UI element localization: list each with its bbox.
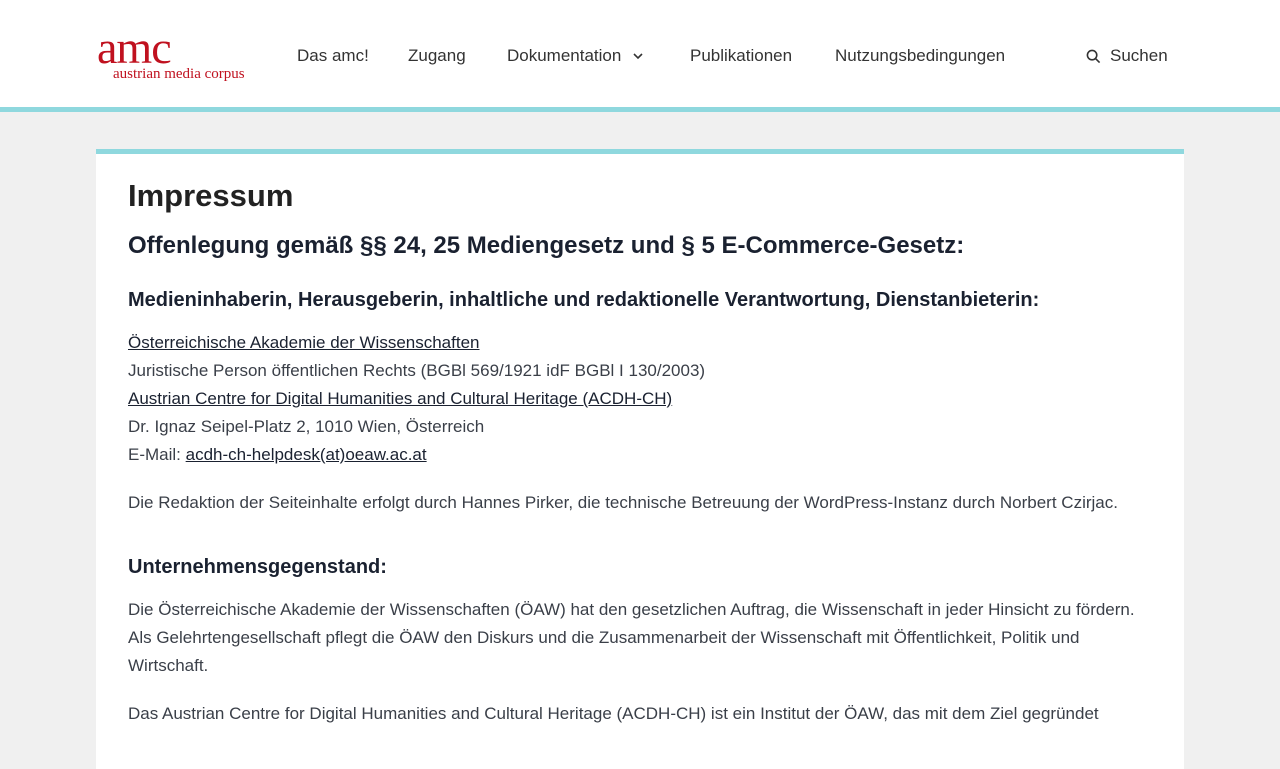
nav-dokumentation[interactable]: Dokumentation xyxy=(507,45,645,67)
chevron-down-icon[interactable] xyxy=(631,49,645,63)
acdh-paragraph: Das Austrian Centre for Digital Humaniti… xyxy=(128,704,1099,723)
editorial-note: Die Redaktion der Seiteinhalte erfolgt d… xyxy=(128,493,1118,512)
nav-zugang[interactable]: Zugang xyxy=(408,45,466,67)
purpose-paragraph: Die Österreichische Akademie der Wissens… xyxy=(128,600,1135,675)
address-text: Dr. Ignaz Seipel-Platz 2, 1010 Wien, Öst… xyxy=(128,417,485,436)
nav-dokumentation-label: Dokumentation xyxy=(507,46,622,65)
search-button[interactable]: Suchen xyxy=(1086,45,1168,67)
nav-das-amc[interactable]: Das amc! xyxy=(297,45,369,67)
legal-person-text: Juristische Person öffentlichen Rechts (… xyxy=(128,361,706,380)
search-label: Suchen xyxy=(1110,46,1168,65)
site-header: amc austrian media corpus Das amc! Zugan… xyxy=(0,0,1280,112)
amc-logo[interactable]: amc austrian media corpus xyxy=(97,22,249,82)
nav-nutzungsbedingungen[interactable]: Nutzungsbedingungen xyxy=(835,45,1005,67)
disclosure-heading: Offenlegung gemäß §§ 24, 25 Mediengesetz… xyxy=(128,232,965,259)
page-title: Impressum xyxy=(128,178,294,213)
purpose-heading: Unternehmensgegenstand: xyxy=(128,556,387,578)
logo-main-text: amc xyxy=(97,22,172,73)
logo-sub-text: austrian media corpus xyxy=(113,66,245,82)
acdh-link[interactable]: Austrian Centre for Digital Humanities a… xyxy=(128,389,672,408)
academy-link[interactable]: Österreichische Akademie der Wissenschaf… xyxy=(128,333,480,352)
email-label: E-Mail: xyxy=(128,445,181,464)
email-link[interactable]: acdh-ch-helpdesk(at)oeaw.ac.at xyxy=(186,445,427,464)
nav-publikationen[interactable]: Publikationen xyxy=(690,45,792,67)
owner-heading: Medieninhaberin, Herausgeberin, inhaltli… xyxy=(128,289,1040,311)
search-icon xyxy=(1086,49,1101,63)
main-content: Impressum Offenlegung gemäß §§ 24, 25 Me… xyxy=(96,149,1184,769)
